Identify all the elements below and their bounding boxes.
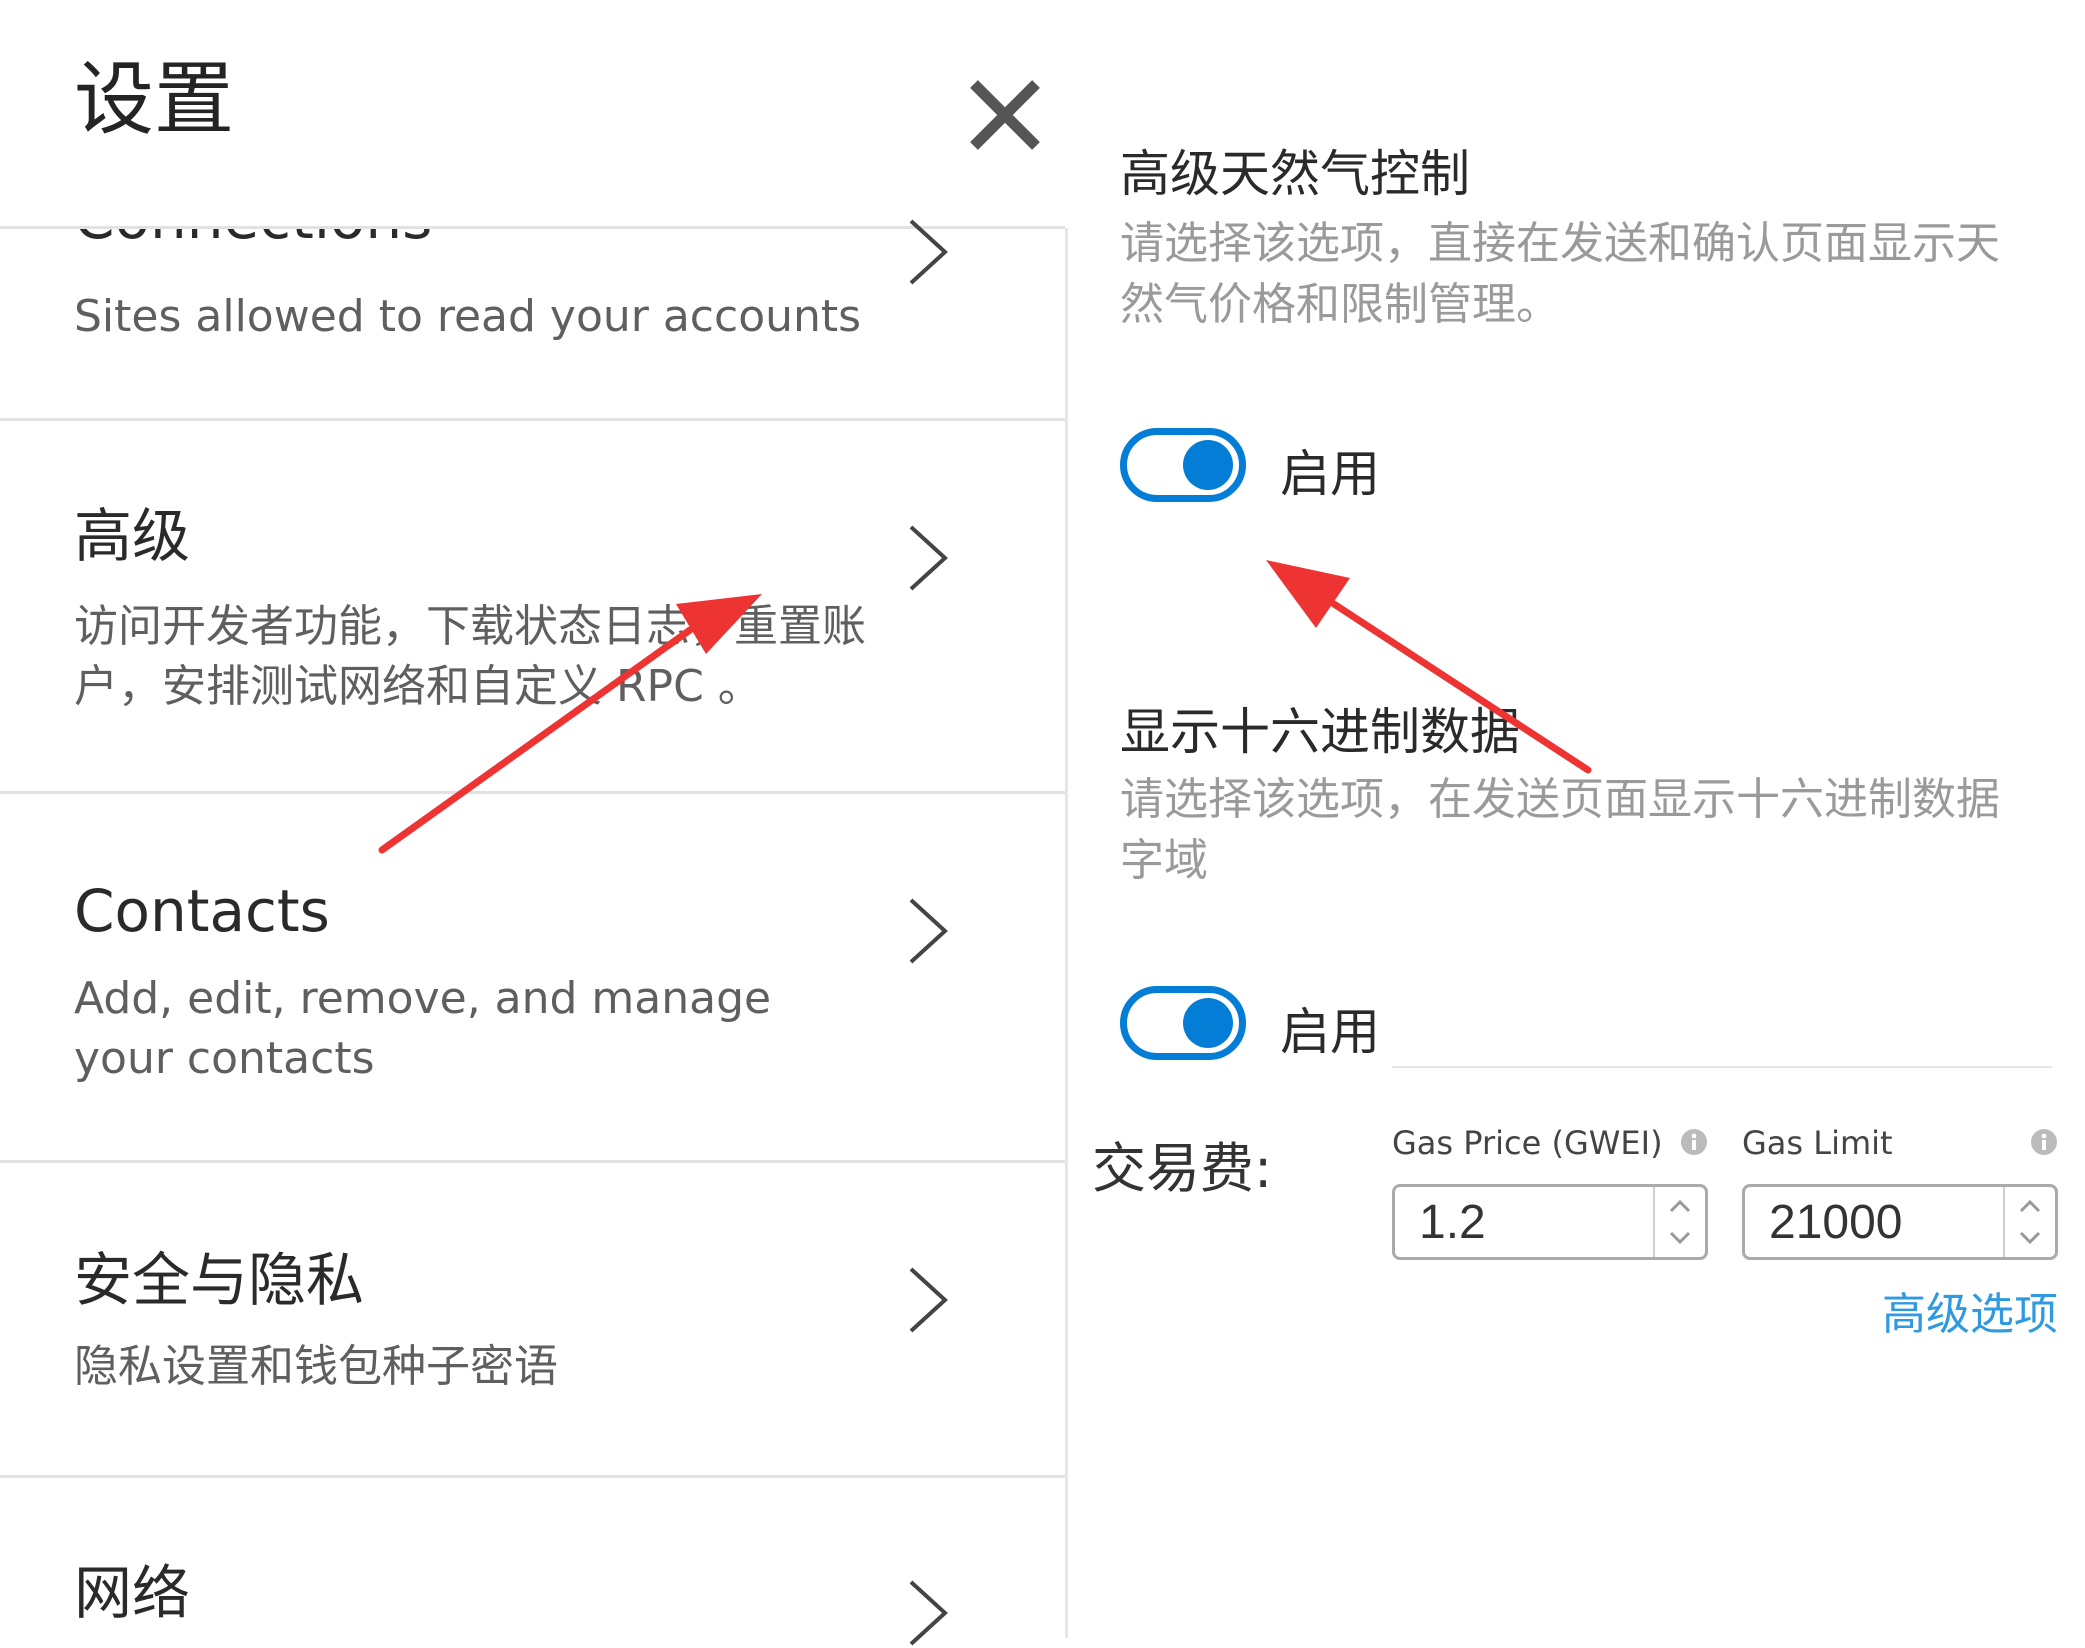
- close-icon: [970, 80, 1040, 150]
- settings-item-security[interactable]: 安全与隐私 隐私设置和钱包种子密语: [0, 1163, 1065, 1477]
- gas-price-input[interactable]: [1419, 1193, 1639, 1251]
- hex-data-toggle-label: 启用: [1280, 1003, 1380, 1061]
- chevron-right-icon: [909, 1267, 948, 1333]
- close-button[interactable]: [964, 74, 1046, 156]
- page-title: 设置: [74, 53, 234, 146]
- gas-control-title: 高级天然气控制: [1120, 145, 1470, 203]
- gas-limit-field[interactable]: [1742, 1184, 2058, 1260]
- hex-data-title: 显示十六进制数据: [1120, 703, 1520, 761]
- item-description: 隐私设置和钱包种子密语: [74, 1341, 558, 1392]
- gas-limit-input[interactable]: [1769, 1193, 1989, 1251]
- item-description: Add, edit, remove, and manage your conta…: [74, 973, 772, 1084]
- hex-data-toggle[interactable]: [1120, 986, 1246, 1060]
- advanced-options-link[interactable]: 高级选项: [1882, 1278, 2058, 1342]
- settings-item-connections[interactable]: Connections Sites allowed to read your a…: [0, 219, 1065, 419]
- toggle-knob: [1183, 998, 1233, 1048]
- stepper-arrows-icon: [2019, 1199, 2041, 1245]
- item-title: 安全与隐私: [74, 1246, 365, 1314]
- chevron-right-icon: [909, 898, 948, 964]
- chevron-right-icon: [909, 1580, 948, 1646]
- gas-price-field[interactable]: [1392, 1184, 1708, 1260]
- info-icon[interactable]: [2030, 1128, 2058, 1156]
- hex-data-description: 请选择该选项，在发送页面显示十六进制数据字域: [1120, 774, 2000, 886]
- info-icon[interactable]: [1680, 1128, 1708, 1156]
- gas-control-description: 请选择该选项，直接在发送和确认页面显示天然气价格和限制管理。: [1120, 218, 2000, 330]
- item-description: 访问开发者功能，下载状态日志，重置账户，安排测试网络和自定义 RPC 。: [74, 601, 866, 712]
- settings-panel: 设置 Connections Sites allowed to read you…: [0, 0, 1065, 1646]
- settings-item-contacts[interactable]: Contacts Add, edit, remove, and manage y…: [0, 794, 1065, 1160]
- item-title: 高级: [74, 502, 191, 570]
- item-description: Sites allowed to read your accounts: [74, 291, 862, 342]
- divider: [1392, 1066, 2052, 1068]
- gas-limit-label: Gas Limit: [1742, 1124, 1893, 1162]
- gas-limit-stepper[interactable]: [2003, 1187, 2055, 1257]
- settings-item-advanced[interactable]: 高级 访问开发者功能，下载状态日志，重置账户，安排测试网络和自定义 RPC 。: [0, 421, 1065, 791]
- chevron-right-icon: [909, 219, 948, 285]
- gas-control-toggle[interactable]: [1120, 428, 1246, 502]
- panel-divider: [1065, 228, 1068, 1638]
- gas-control-toggle-label: 启用: [1280, 445, 1380, 503]
- gas-price-stepper[interactable]: [1653, 1187, 1705, 1257]
- toggle-knob: [1183, 440, 1233, 490]
- settings-item-networks[interactable]: 网络: [0, 1478, 1065, 1646]
- item-title: Connections: [74, 229, 432, 252]
- item-title: 网络: [74, 1559, 191, 1627]
- transaction-fee-label: 交易费:: [1092, 1137, 1273, 1200]
- stepper-arrows-icon: [1669, 1199, 1691, 1245]
- item-title: Contacts: [74, 877, 330, 945]
- gas-price-label: Gas Price (GWEI): [1392, 1124, 1663, 1162]
- chevron-right-icon: [909, 525, 948, 591]
